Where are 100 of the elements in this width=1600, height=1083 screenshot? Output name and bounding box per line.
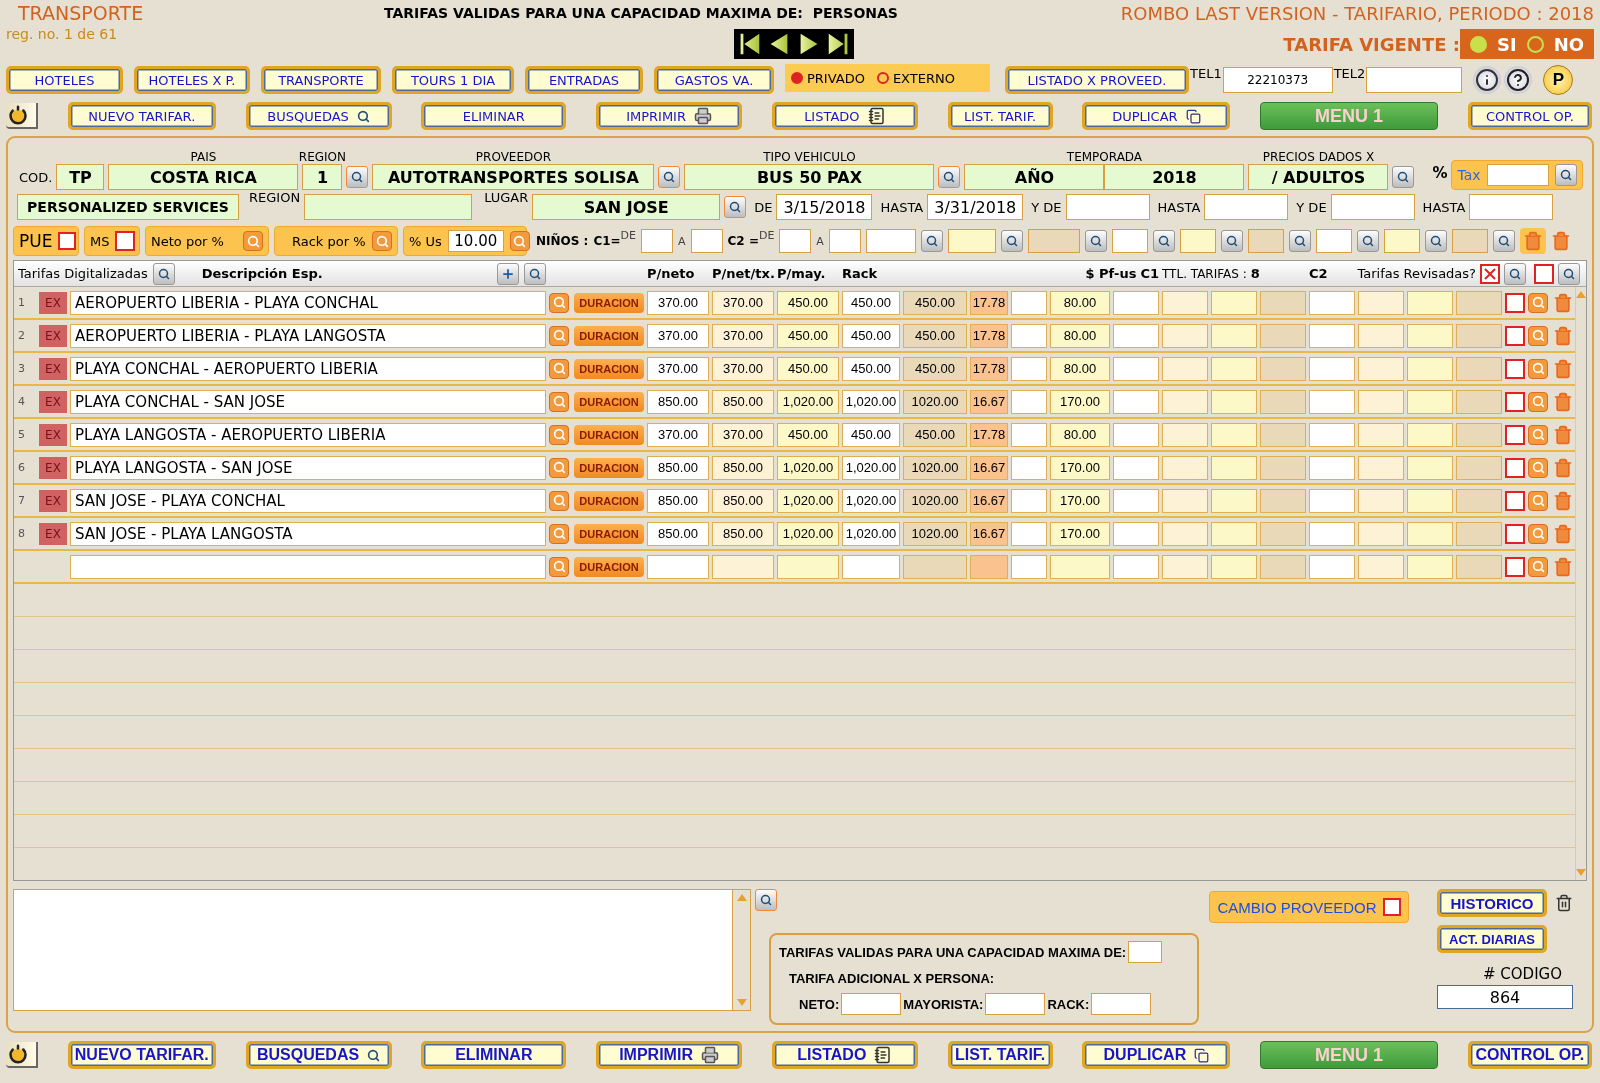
duracion-button[interactable]: DURACION [574,490,644,511]
input-field[interactable] [1111,229,1148,253]
neto-percent-option[interactable]: Neto por % [145,226,269,256]
input-field[interactable]: SAN JOSE [532,194,721,220]
input-field[interactable] [1162,554,1208,579]
input-field[interactable] [779,229,812,253]
input-field[interactable] [1162,323,1208,348]
checkbox[interactable] [1505,391,1525,412]
input-field[interactable] [1011,554,1047,579]
input-field[interactable] [828,229,861,253]
date-field[interactable]: 3/15/2018 [776,194,873,220]
input-field[interactable] [1162,356,1208,381]
input-field[interactable] [1358,323,1404,348]
scrollbar[interactable] [1575,287,1586,880]
checkbox[interactable] [1382,898,1401,916]
duracion-button[interactable]: DURACION [574,358,644,379]
input-field[interactable] [1011,521,1047,546]
search-button[interactable] [1392,166,1415,188]
checkbox[interactable] [1505,358,1525,379]
search-button[interactable] [346,166,369,188]
action-button[interactable]: LIST. TARIF. [947,102,1053,130]
input-field[interactable] [1383,229,1420,253]
action-button[interactable]: ELIMINAR [421,1041,567,1069]
action-button[interactable]: CONTROL OP. [1467,102,1592,130]
module-tab[interactable]: HOTELES X P. [134,66,250,94]
search-button[interactable] [1000,230,1023,252]
input-field[interactable]: BUS 50 PAX [684,164,935,190]
input-field[interactable] [1113,356,1159,381]
input-field[interactable] [1011,356,1047,381]
input-field[interactable] [1358,389,1404,414]
rack-percent-option[interactable]: Rack por % [274,226,398,256]
search-button[interactable] [724,196,747,218]
input-field[interactable] [1260,323,1306,348]
search-button[interactable] [1504,262,1526,285]
description-field[interactable]: PLAYA LANGOSTA - AEROPUERTO LIBERIA [70,422,546,447]
search-button[interactable] [938,166,961,188]
input-field[interactable] [1027,229,1080,253]
checkbox[interactable] [115,231,136,251]
input-field[interactable] [1260,455,1306,480]
input-field[interactable] [985,993,1046,1015]
input-field[interactable] [1050,554,1110,579]
input-field[interactable] [1260,389,1306,414]
date-field[interactable]: 3/31/2018 [927,194,1024,220]
description-field[interactable]: SAN JOSE - PLAYA CONCHAL [70,488,546,513]
ms-option[interactable]: MS [84,226,140,256]
help-button[interactable] [1504,66,1533,94]
listado-proveedor-button[interactable]: LISTADO X PROVEED. [1005,66,1189,94]
checkbox[interactable] [1505,292,1525,313]
action-button[interactable]: BUSQUEDAS [245,1041,392,1069]
action-button[interactable]: LIST. TARIF. [947,1041,1053,1069]
input-field[interactable] [1211,323,1257,348]
description-field[interactable]: PLAYA CONCHAL - SAN JOSE [70,389,546,414]
action-button[interactable]: LISTADO [771,102,918,130]
input-field[interactable] [1113,290,1159,315]
input-field[interactable] [1407,389,1453,414]
input-field[interactable] [304,194,473,220]
input-field[interactable] [712,554,774,579]
input-field[interactable]: AÑO [964,164,1105,190]
description-field[interactable]: PLAYA LANGOSTA - SAN JOSE [70,455,546,480]
input-field[interactable] [1011,422,1047,447]
input-field[interactable] [1011,323,1047,348]
input-field[interactable] [1456,455,1502,480]
search-button[interactable] [1492,230,1515,252]
input-field[interactable] [1358,488,1404,513]
checkbox[interactable] [1505,457,1525,478]
action-button[interactable]: LISTADO [771,1041,918,1069]
input-field[interactable] [1113,422,1159,447]
duracion-button[interactable]: DURACION [574,325,644,346]
codigo-field[interactable]: 864 [1437,985,1573,1009]
input-field[interactable] [1162,290,1208,315]
last-record-button[interactable] [824,29,854,59]
date-field[interactable] [1065,194,1150,220]
search-button[interactable] [1555,164,1578,186]
duracion-button[interactable]: DURACION [574,424,644,445]
p-button[interactable]: P [1543,65,1574,95]
input-field[interactable] [1456,488,1502,513]
input-field[interactable] [1407,290,1453,315]
input-field[interactable] [1358,554,1404,579]
input-field[interactable] [1113,554,1159,579]
search-button[interactable] [152,262,175,285]
module-tab[interactable]: ENTRADAS [525,66,643,94]
input-field[interactable] [1128,941,1163,963]
action-button[interactable]: IMPRIMIR [596,1041,743,1069]
input-field[interactable] [1407,488,1453,513]
pue-option[interactable]: PUE [13,226,79,256]
action-button[interactable]: BUSQUEDAS [245,102,392,130]
input-field[interactable] [1451,229,1488,253]
input-field[interactable] [970,554,1008,579]
checkbox[interactable] [1534,263,1554,284]
input-field[interactable] [841,993,902,1015]
first-record-button[interactable] [734,29,764,59]
input-field[interactable] [1179,229,1216,253]
input-field[interactable] [1358,521,1404,546]
us-percent-field[interactable]: 10.00 [447,230,504,252]
tel1-field[interactable]: 22210373 [1222,67,1333,93]
input-field[interactable] [1113,323,1159,348]
input-field[interactable] [1260,488,1306,513]
input-field[interactable]: 1 [302,164,343,190]
input-field[interactable] [1456,323,1502,348]
duracion-button[interactable]: DURACION [574,523,644,544]
